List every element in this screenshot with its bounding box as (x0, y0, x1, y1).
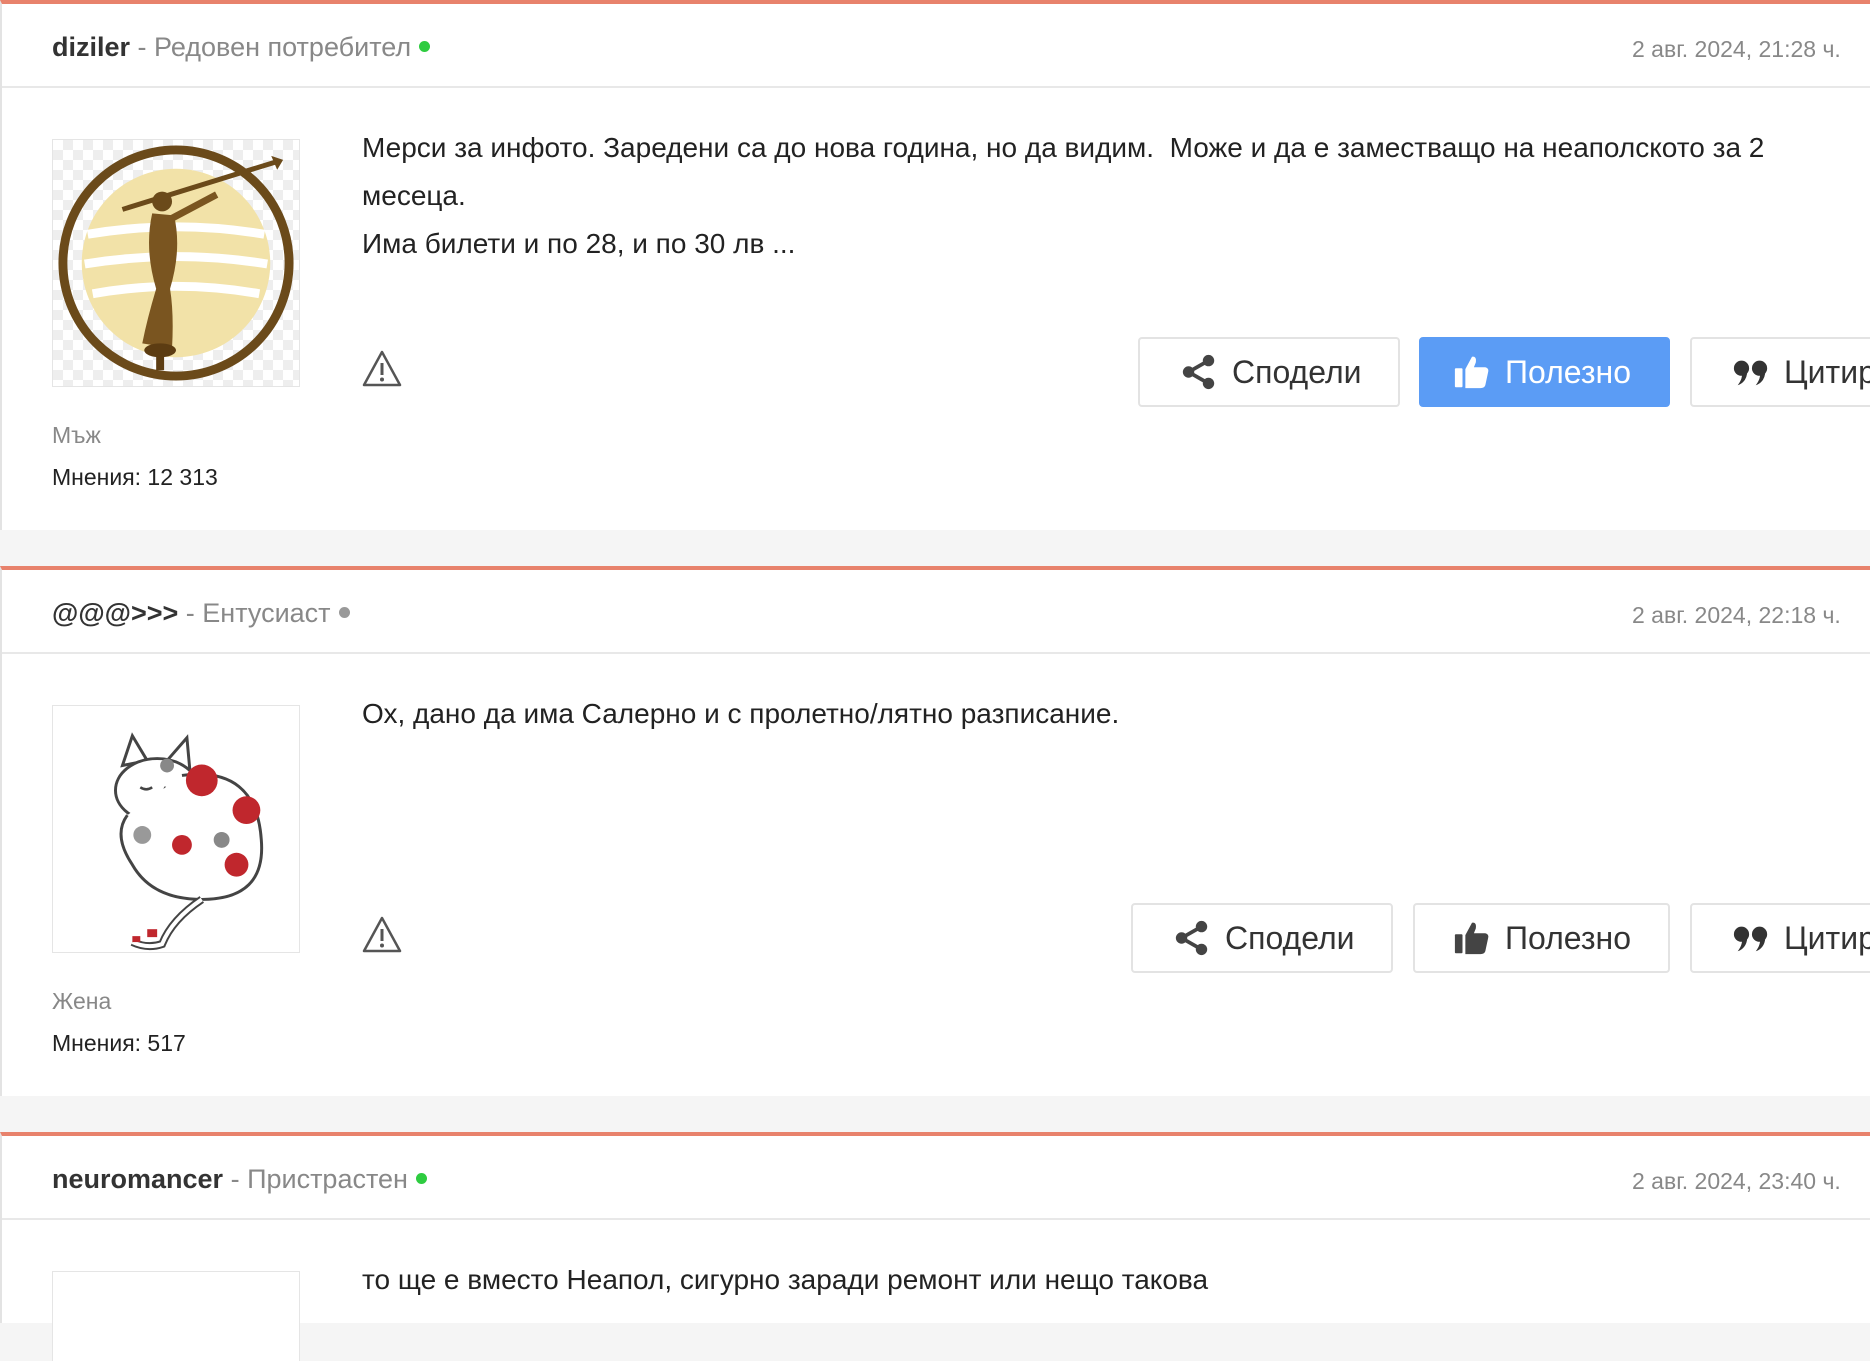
separator: - (130, 32, 155, 62)
share-button[interactable]: Сподели (1131, 903, 1393, 973)
user-rank: Редовен потребител (154, 32, 412, 62)
user-post-count: Мнения: 517 (52, 1030, 186, 1056)
trumpet-angel-statue-icon (58, 145, 294, 381)
separator: - (178, 598, 203, 628)
sleeping-cat-icon (114, 732, 264, 951)
post-date[interactable]: 2 авг. 2024, 23:40 ч. (1632, 1164, 1841, 1198)
share-label: Сподели (1232, 354, 1362, 390)
user-rank: Ентусиаст (202, 598, 331, 628)
post-body: то ще е вместо Неапол, сигурно заради ре… (362, 1264, 1209, 1295)
share-label: Сподели (1225, 920, 1355, 956)
separator: - (223, 1164, 248, 1194)
quote-label: Цитирай (1784, 920, 1870, 956)
avatar[interactable] (52, 139, 300, 387)
post-1: diziler - Редовен потребител 2 авг. 2024… (0, 0, 1870, 530)
quote-label: Цитирай (1784, 354, 1870, 390)
post-date[interactable]: 2 авг. 2024, 22:18 ч. (1632, 598, 1841, 632)
thread-page: diziler - Редовен потребител 2 авг. 2024… (0, 0, 1870, 1361)
quote-button[interactable]: Цитирай (1690, 903, 1870, 973)
post-2: @@@>>> - Ентусиаст 2 авг. 2024, 22:18 ч. (0, 566, 1870, 1096)
user-gender: Мъж (52, 422, 101, 448)
quote-button[interactable]: Цитирай (1690, 337, 1870, 407)
post-header: @@@>>> - Ентусиаст 2 авг. 2024, 22:18 ч. (2, 570, 1870, 654)
useful-label: Полезно (1505, 920, 1631, 956)
online-status-dot (419, 41, 431, 53)
post-header: diziler - Редовен потребител 2 авг. 2024… (2, 4, 1870, 88)
user-gender: Жена (52, 988, 112, 1014)
thumbs-up-icon (1454, 922, 1489, 955)
author-line: neuromancer - Пристрастен (52, 1162, 427, 1196)
post-body: Ох, дано да има Салерно и с пролетно/лят… (362, 698, 1120, 729)
thumbs-up-icon (1454, 356, 1489, 389)
username[interactable]: diziler (52, 32, 130, 62)
post-header: neuromancer - Пристрастен 2 авг. 2024, 2… (2, 1136, 1870, 1220)
post-body: Мерси за инфото. Заредени са до нова год… (362, 132, 1765, 259)
useful-button[interactable]: Полезно (1419, 337, 1670, 407)
offline-status-dot (338, 607, 350, 619)
author-line: @@@>>> - Ентусиаст (52, 596, 350, 630)
share-button[interactable]: Сподели (1138, 337, 1400, 407)
report-button[interactable] (362, 915, 402, 955)
online-status-dot (415, 1173, 427, 1185)
author-line: diziler - Редовен потребител (52, 30, 431, 64)
username[interactable]: neuromancer (52, 1164, 223, 1194)
quote-icon (1733, 360, 1768, 386)
user-rank: Пристрастен (247, 1164, 408, 1194)
share-icon (1175, 920, 1208, 956)
report-button[interactable] (362, 349, 402, 389)
useful-button[interactable]: Полезно (1413, 903, 1670, 973)
warning-triangle-icon (362, 350, 402, 387)
share-icon (1182, 354, 1215, 390)
username[interactable]: @@@>>> (52, 598, 178, 628)
post-date[interactable]: 2 авг. 2024, 21:28 ч. (1632, 32, 1841, 66)
avatar[interactable] (52, 1271, 300, 1361)
post-3: neuromancer - Пристрастен 2 авг. 2024, 2… (0, 1132, 1870, 1361)
warning-triangle-icon (362, 916, 402, 953)
useful-label: Полезно (1505, 354, 1631, 390)
quote-icon (1733, 926, 1768, 952)
user-post-count: Мнения: 12 313 (52, 464, 218, 490)
avatar[interactable] (52, 705, 300, 953)
